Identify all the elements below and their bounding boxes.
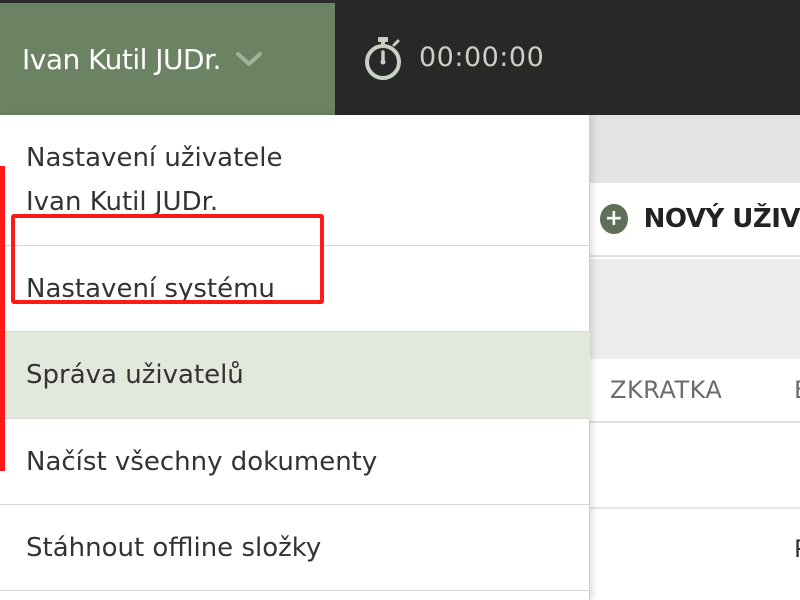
annotation-line: [0, 166, 5, 471]
new-user-button[interactable]: + NOVÝ UŽIV: [590, 183, 800, 257]
user-menu-toggle[interactable]: Ivan Kutil JUDr.: [0, 0, 335, 115]
user-dropdown-menu: Nastavení uživatele Ivan Kutil JUDr. Nas…: [0, 115, 590, 600]
timer-display: 00:00:00: [419, 42, 545, 73]
background-page: + NOVÝ UŽIV ZKRATKA E P: [590, 115, 800, 600]
stopwatch-icon: [361, 35, 405, 81]
menu-item-label: Správa uživatelů: [26, 360, 244, 390]
plus-circle-icon: +: [600, 204, 628, 234]
menu-item-label: Stáhnout offline složky: [26, 532, 322, 563]
table-cell: P: [794, 535, 800, 563]
annotation-highlight-box: [11, 214, 324, 304]
menu-item-label: Načíst všechny dokumenty: [26, 446, 378, 477]
column-header-next[interactable]: E: [794, 376, 800, 404]
new-user-label: NOVÝ UŽIV: [643, 204, 800, 234]
timer-area[interactable]: 00:00:00: [335, 0, 800, 115]
menu-item-download-offline[interactable]: Stáhnout offline složky: [0, 505, 590, 591]
app-root: Ivan Kutil JUDr. 00:00:00 + NOVÝ UŽIV ZK…: [0, 0, 800, 600]
user-name: Ivan Kutil JUDr.: [22, 42, 221, 76]
menu-item-load-documents[interactable]: Načíst všechny dokumenty: [0, 419, 590, 505]
table-header: ZKRATKA E: [590, 359, 800, 423]
column-header-zkratka[interactable]: ZKRATKA: [610, 376, 722, 404]
table-row[interactable]: P: [590, 509, 800, 600]
background-strip: [590, 115, 800, 183]
background-band: [590, 259, 800, 359]
table-row[interactable]: [590, 423, 800, 509]
user-settings-label: Nastavení uživatele: [26, 143, 283, 173]
menu-item-partial: [0, 591, 590, 600]
chevron-down-icon: [235, 49, 263, 69]
menu-item-user-management[interactable]: Správa uživatelů: [0, 332, 590, 419]
